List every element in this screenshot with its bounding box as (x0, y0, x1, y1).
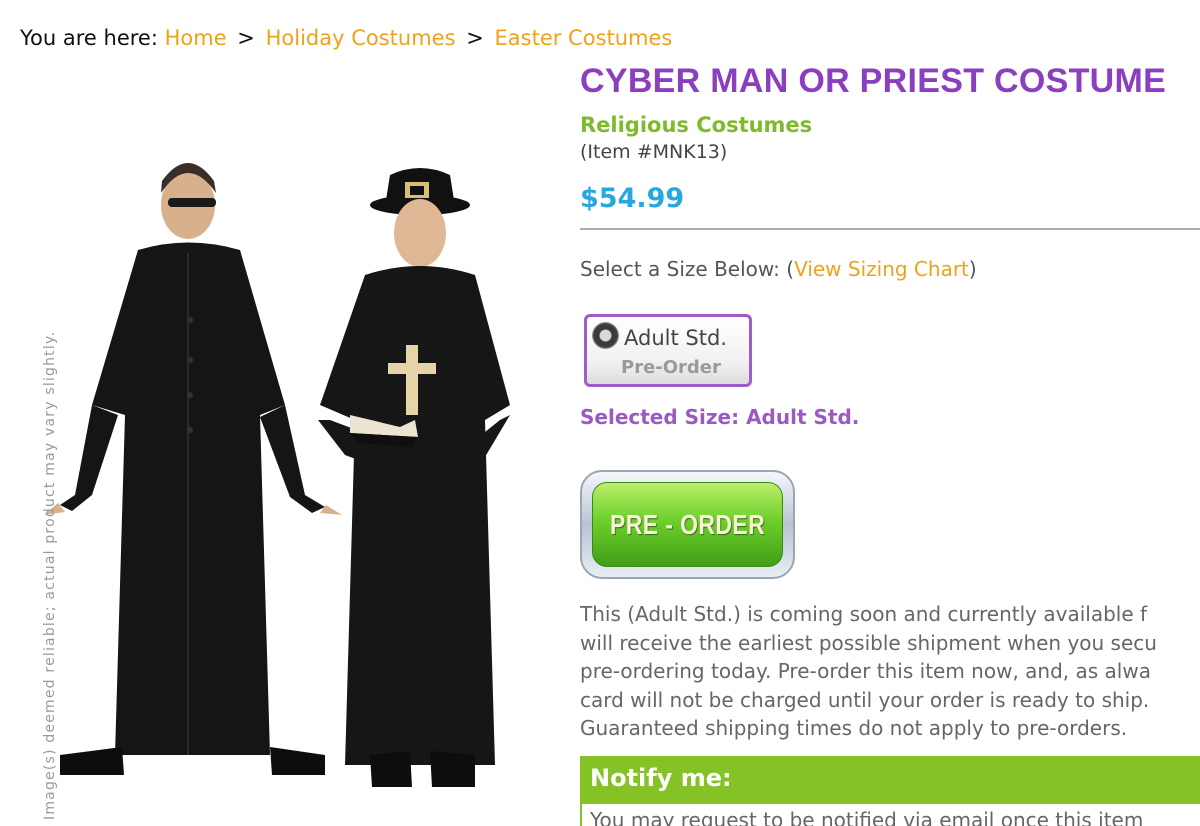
breadcrumb-separator: > (237, 26, 255, 50)
divider (580, 228, 1200, 230)
size-chart-close-paren: ) (968, 257, 977, 281)
costume-photo (44, 163, 510, 787)
image-disclaimer: Image(s) deemed reliable; actual product… (42, 330, 58, 820)
notify-me-text: You may request to be notified via email… (580, 804, 1200, 826)
notify-me-panel: Notify me: You may request to be notifie… (580, 756, 1200, 826)
cyber-man-figure (44, 163, 342, 775)
breadcrumb-prefix: You are here: (20, 26, 158, 50)
radio-selected-icon[interactable] (592, 322, 619, 349)
pre-order-button-label: PRE - ORDER (609, 508, 766, 540)
notice-line: Guaranteed shipping times do not apply t… (580, 716, 1128, 741)
product-price: $54.99 (580, 183, 685, 214)
breadcrumb-link-easter-costumes[interactable]: Easter Costumes (495, 26, 673, 50)
priest-figure (318, 168, 510, 787)
notice-line: card will not be charged until your orde… (580, 687, 1150, 712)
product-title: CYBER MAN OR PRIEST COSTUME (580, 62, 1167, 100)
pre-order-button[interactable]: PRE - ORDER (580, 470, 795, 579)
notice-line: will receive the earliest possible shipm… (580, 630, 1157, 655)
breadcrumb-link-holiday-costumes[interactable]: Holiday Costumes (266, 26, 456, 50)
size-chart-open-paren: ( (786, 257, 795, 281)
item-number: (Item #MNK13) (580, 141, 728, 163)
breadcrumb-link-home[interactable]: Home (165, 26, 227, 50)
notice-line: pre-ordering today. Pre-order this item … (580, 659, 1151, 684)
size-prompt-text: Select a Size Below: (580, 257, 780, 281)
pre-order-notice: This (Adult Std.) is coming soon and cur… (580, 600, 1200, 743)
breadcrumb: You are here: Home > Holiday Costumes > … (20, 26, 672, 50)
product-details: CYBER MAN OR PRIEST COSTUME Religious Co… (580, 62, 1200, 826)
selected-size-text: Selected Size: Adult Std. (580, 405, 860, 429)
notice-line: This (Adult Std.) is coming soon and cur… (580, 602, 1148, 626)
size-prompt: Select a Size Below: (View Sizing Chart) (580, 257, 1200, 281)
product-category[interactable]: Religious Costumes (580, 113, 1200, 137)
view-sizing-chart-link[interactable]: View Sizing Chart (794, 257, 969, 281)
size-option-status: Pre-Order (621, 357, 721, 378)
product-image[interactable]: Image(s) deemed reliable; actual product… (20, 75, 560, 826)
notify-me-heading: Notify me: (580, 756, 1200, 804)
breadcrumb-separator: > (466, 26, 484, 50)
size-option-label: Adult Std. (624, 326, 727, 350)
pre-order-button-face[interactable]: PRE - ORDER (592, 482, 783, 567)
size-option-adult-std[interactable]: Adult Std. Pre-Order (584, 314, 752, 387)
